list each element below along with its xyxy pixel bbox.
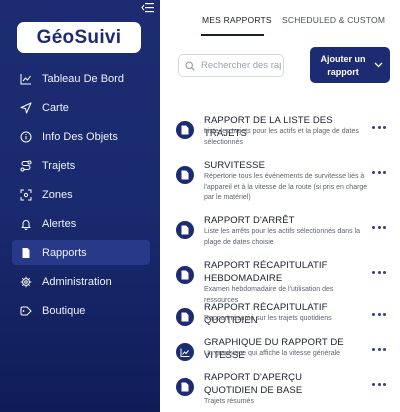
collapse-menu-icon[interactable] — [141, 2, 155, 14]
sidebar-item-label: Administration — [42, 275, 112, 288]
logo[interactable]: GéoSuivi — [17, 22, 141, 53]
navigation-arrow-icon — [20, 102, 32, 114]
more-options-icon[interactable] — [372, 346, 386, 352]
graph-icon — [176, 343, 194, 361]
active-tab-indicator — [201, 34, 264, 36]
more-options-icon[interactable] — [372, 124, 386, 130]
report-description: Liste les arrêts pour les actifs sélecti… — [204, 228, 361, 246]
chart-line-icon — [20, 73, 32, 85]
report-description: Un graphique qui affiche la vitesse géné… — [204, 350, 341, 357]
sidebar-item-trajets[interactable]: Trajets — [12, 153, 150, 178]
zones-icon — [20, 189, 32, 201]
sidebar-item-label: Info Des Objets — [42, 130, 118, 143]
sidebar-item-carte[interactable]: Carte — [12, 95, 150, 120]
document-icon — [176, 121, 194, 139]
document-icon — [176, 221, 194, 239]
report-title: SURVITESSE — [204, 160, 266, 171]
sidebar-item-label: Rapports — [42, 246, 87, 259]
report-title: RAPPORT D'ARRÊT — [204, 215, 295, 226]
tab-mes-rapports[interactable]: MES RAPPORTS — [202, 15, 272, 25]
add-report-button[interactable]: Ajouter un rapport — [310, 47, 390, 83]
sidebar-item-label: Alertes — [42, 217, 77, 230]
report-description: Rapport résumé sur les trajets quotidien… — [204, 315, 332, 322]
search-box — [178, 54, 284, 77]
gear-icon — [20, 276, 32, 288]
sidebar-item-rapports[interactable]: Rapports — [12, 240, 150, 265]
document-icon — [176, 166, 194, 184]
document-icon — [176, 308, 194, 326]
report-description: Trajets résumés — [204, 398, 254, 405]
report-description: Répertorie tous les événements de survit… — [204, 173, 368, 201]
more-options-icon[interactable] — [372, 269, 386, 275]
sidebar-item-alertes[interactable]: Alertes — [12, 211, 150, 236]
sidebar-item-administration[interactable]: Administration — [12, 269, 150, 294]
report-title: RAPPORT D'APERÇU QUOTIDIEN DE BASE — [204, 372, 303, 396]
info-icon — [20, 131, 32, 143]
chevron-down-icon[interactable] — [374, 62, 383, 68]
sidebar-item-label: Zones — [42, 188, 73, 201]
document-icon — [176, 266, 194, 284]
sidebar: GéoSuivi Tableau De Bord Carte Info Des … — [0, 0, 160, 412]
sidebar-nav: Tableau De Bord Carte Info Des Objets Tr… — [12, 66, 150, 327]
report-title: RAPPORT RÉCAPITULATIF HEBDOMADAIRE — [204, 260, 328, 284]
document-icon — [20, 247, 32, 259]
add-report-label: Ajouter un rapport — [320, 54, 366, 77]
sidebar-item-tableau-de-bord[interactable]: Tableau De Bord — [12, 66, 150, 91]
tab-scheduled-custom[interactable]: SCHEDULED & CUSTOM — [282, 15, 385, 25]
sidebar-item-label: Tableau De Bord — [42, 72, 124, 85]
sidebar-item-boutique[interactable]: Boutique — [12, 298, 150, 323]
tag-icon — [20, 305, 32, 317]
more-options-icon[interactable] — [372, 311, 386, 317]
route-icon — [20, 160, 32, 172]
more-options-icon[interactable] — [372, 381, 386, 387]
report-tabs: MES RAPPORTS SCHEDULED & CUSTOM — [160, 0, 400, 36]
search-input[interactable] — [201, 60, 281, 71]
sidebar-item-info-des-objets[interactable]: Info Des Objets — [12, 124, 150, 149]
more-options-icon[interactable] — [372, 224, 386, 230]
report-description: Liste les trajets pour les actifs et la … — [204, 128, 359, 146]
more-options-icon[interactable] — [372, 169, 386, 175]
sidebar-item-label: Boutique — [42, 304, 86, 317]
sidebar-item-zones[interactable]: Zones — [12, 182, 150, 207]
sidebar-item-label: Trajets — [42, 159, 76, 172]
sidebar-item-label: Carte — [42, 101, 69, 114]
search-icon — [185, 60, 195, 71]
bell-icon — [20, 218, 32, 230]
document-icon — [176, 378, 194, 396]
